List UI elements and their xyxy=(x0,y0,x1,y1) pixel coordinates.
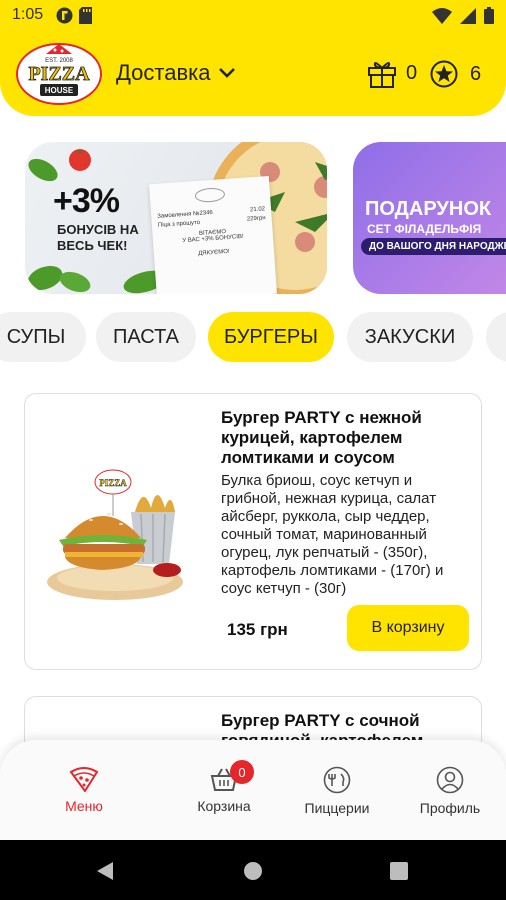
promo-banner-gift[interactable]: ПОДАРУНОК СЕТ ФІЛАДЕЛЬФІЯ ДО ВАШОГО ДНЯ … xyxy=(353,142,506,294)
banner-bonus-percent: +3% xyxy=(53,182,120,220)
nav-item-pizzerias[interactable]: Пиццерии xyxy=(287,766,387,816)
receipt-order: Замовлення №2346 xyxy=(157,209,214,220)
system-navigation-bar xyxy=(0,840,506,900)
back-icon[interactable] xyxy=(96,861,114,881)
app-header: EST. 2008 PIZZA HOUSE Доставка 0 6 xyxy=(0,30,506,116)
signal-icon xyxy=(460,7,476,24)
product-card[interactable]: PIZZA Бургер PARTY с нежной курицей, кар… xyxy=(24,393,482,670)
chevron-down-icon xyxy=(219,68,236,78)
gift-icon xyxy=(368,62,396,88)
nav-item-cart[interactable]: 0 Корзина xyxy=(174,760,274,814)
pizza-slice-icon xyxy=(69,767,99,792)
home-icon[interactable] xyxy=(243,861,263,881)
receipt-item: Піца з прошуто xyxy=(157,219,201,229)
gift-count: 0 xyxy=(406,61,418,84)
recents-icon[interactable] xyxy=(390,862,408,880)
bonus-stars-counter[interactable]: 6 xyxy=(430,60,481,88)
product-price: 135 грн xyxy=(227,620,288,639)
pizza-house-logo[interactable]: EST. 2008 PIZZA HOUSE xyxy=(16,42,102,106)
basil-leaves-image xyxy=(27,265,91,293)
pizzeria-icon xyxy=(323,766,351,794)
burger-image: PIZZA xyxy=(47,469,183,600)
promo-banners-carousel[interactable]: +3% БОНУСІВ НА ВЕСЬ ЧЕК! Замовлення №234… xyxy=(0,142,506,294)
bottom-navigation: Меню 0 Корзина Пиццерии Профиль xyxy=(0,740,506,840)
banner-gift-subtitle: СЕТ ФІЛАДЕЛЬФІЯ xyxy=(367,222,482,236)
status-time: 1:05 xyxy=(12,6,44,23)
status-bar: 1:05 xyxy=(0,0,506,30)
category-tabs: СУПЫ ПАСТА БУРГЕРЫ ЗАКУСКИ xyxy=(0,312,506,362)
add-to-cart-button[interactable]: В корзину xyxy=(347,605,469,651)
category-tab-pasta[interactable]: ПАСТА xyxy=(96,312,196,362)
star-circle-icon xyxy=(430,60,458,88)
profile-icon xyxy=(436,766,464,794)
svg-text:PIZZA: PIZZA xyxy=(99,478,127,488)
svg-text:HOUSE: HOUSE xyxy=(45,86,74,95)
receipt-sum: 229грн xyxy=(246,215,266,223)
category-tab-snacks[interactable]: ЗАКУСКИ xyxy=(347,312,473,362)
sd-card-icon xyxy=(79,7,92,24)
category-tab-burgers[interactable]: БУРГЕРЫ xyxy=(208,312,334,362)
nav-label-profile: Профиль xyxy=(419,800,481,816)
delivery-selector[interactable]: Доставка xyxy=(116,60,236,86)
banner-gift-note: ДО ВАШОГО ДНЯ НАРОДЖЕННЯ xyxy=(361,238,506,255)
receipt-date: 21.02 xyxy=(249,206,266,214)
nav-label-menu: Меню xyxy=(65,798,103,814)
banner-gift-title: ПОДАРУНОК xyxy=(365,198,492,220)
wifi-icon xyxy=(432,7,452,24)
receipt-thanks: ДЯКУЄМО! xyxy=(198,248,230,258)
category-tab-next[interactable] xyxy=(486,312,506,362)
gift-counter[interactable]: 0 xyxy=(366,58,417,88)
product-description: Булка бриош, соус кетчуп и грибной, нежн… xyxy=(221,472,444,597)
cart-badge: 0 xyxy=(230,760,254,784)
tomato-image xyxy=(69,149,91,171)
receipt-image: Замовлення №2346 21.02 Піца з прошуто 229г… xyxy=(149,175,277,294)
stars-count: 6 xyxy=(470,62,482,85)
nav-label-cart: Корзина xyxy=(197,798,251,814)
nav-item-menu[interactable]: Меню xyxy=(34,766,134,814)
svg-text:PIZZA: PIZZA xyxy=(28,63,90,85)
nav-label-pizzerias: Пиццерии xyxy=(304,800,370,816)
delivery-label: Доставка xyxy=(116,60,211,85)
product-title: Бургер PARTY с нежной курицей, картофеле… xyxy=(221,408,422,467)
battery-icon xyxy=(484,7,494,24)
promo-banner-bonus[interactable]: +3% БОНУСІВ НА ВЕСЬ ЧЕК! Замовлення №234… xyxy=(25,142,327,294)
notification-app-icon xyxy=(56,7,73,24)
category-tab-soups[interactable]: СУПЫ xyxy=(0,312,86,362)
nav-item-profile[interactable]: Профиль xyxy=(400,766,500,816)
